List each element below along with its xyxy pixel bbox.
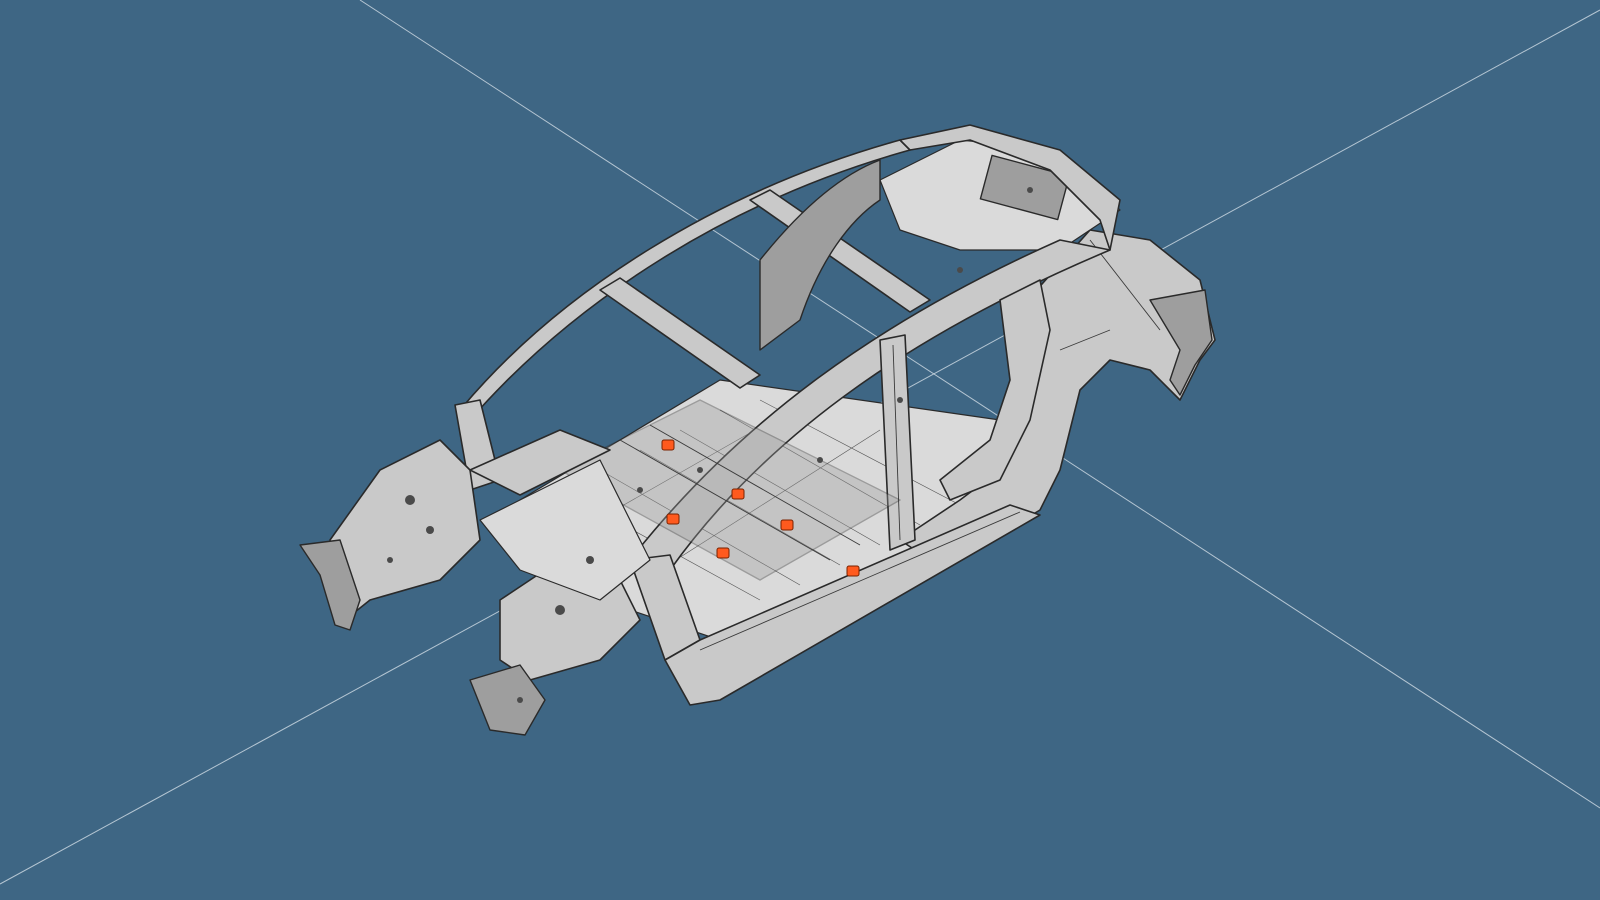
3d-viewport[interactable] (0, 0, 1600, 900)
marker-3 (666, 513, 680, 525)
car-body-in-white-model[interactable] (299, 124, 1216, 736)
marker-1 (661, 439, 675, 451)
marker-4 (780, 519, 794, 531)
viewport-canvas[interactable] (0, 0, 1600, 900)
axis-line-a (359, 0, 1600, 809)
marker-2 (731, 488, 745, 500)
marker-5 (716, 547, 730, 559)
rear-quarter-panel (899, 229, 1216, 561)
marker-6 (846, 565, 860, 577)
roof-crossmember-front (599, 277, 761, 389)
